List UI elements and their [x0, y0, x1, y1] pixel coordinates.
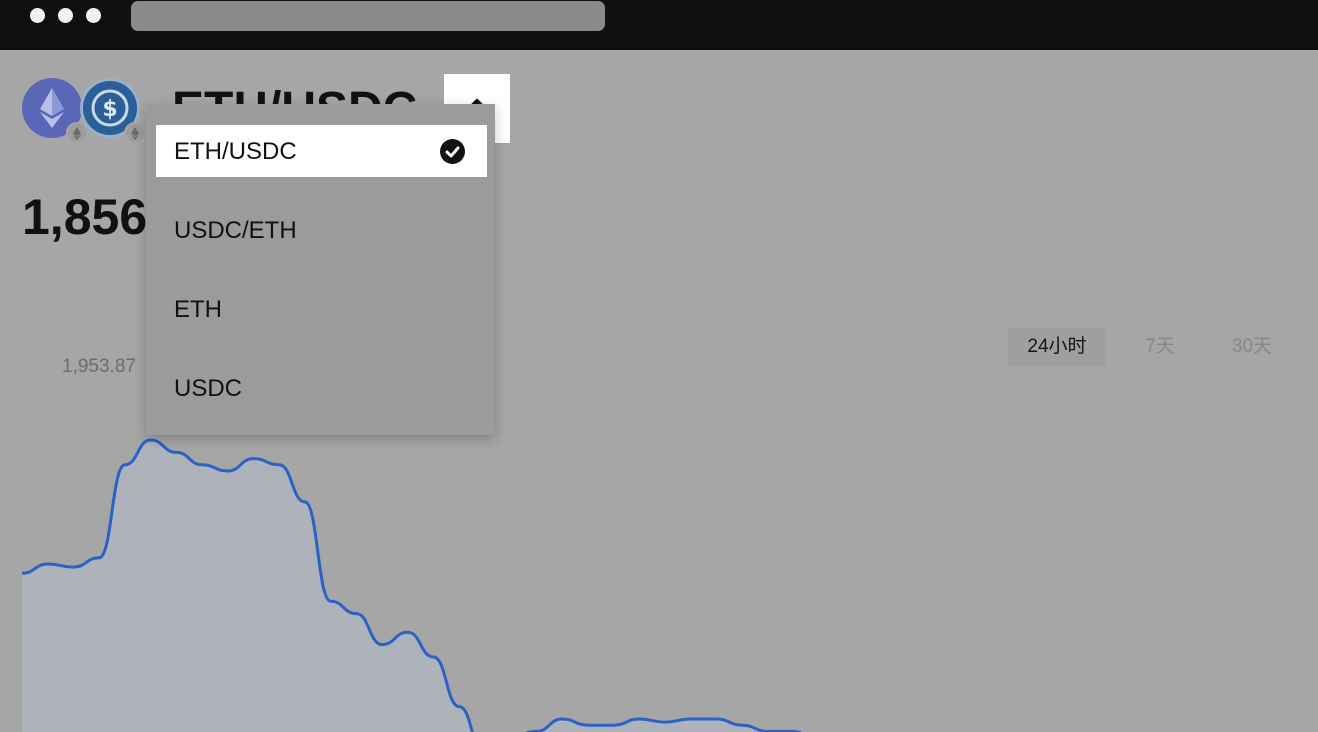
window-dot [58, 8, 73, 23]
menu-item-eth-usdc[interactable]: ETH/USDC [156, 125, 487, 177]
address-bar[interactable] [131, 1, 605, 31]
menu-item-usdc[interactable]: USDC [156, 362, 487, 414]
menu-item-eth[interactable]: ETH [156, 283, 487, 335]
window-dot [30, 8, 45, 23]
browser-top-bar [0, 0, 1318, 50]
window-dot [86, 8, 101, 23]
check-circle-icon [440, 139, 465, 164]
chart-area-fill [22, 440, 845, 732]
menu-item-label: ETH [174, 296, 222, 323]
menu-item-label: USDC [174, 375, 243, 402]
pair-dropdown-menu: ETH/USDC USDC/ETH ETH USDC [146, 104, 495, 435]
menu-item-label: USDC/ETH [174, 217, 297, 244]
menu-item-usdc-eth[interactable]: USDC/ETH [156, 204, 487, 256]
menu-item-label: ETH/USDC [174, 138, 297, 165]
chart-max-label: 1,953.87 [62, 356, 136, 377]
